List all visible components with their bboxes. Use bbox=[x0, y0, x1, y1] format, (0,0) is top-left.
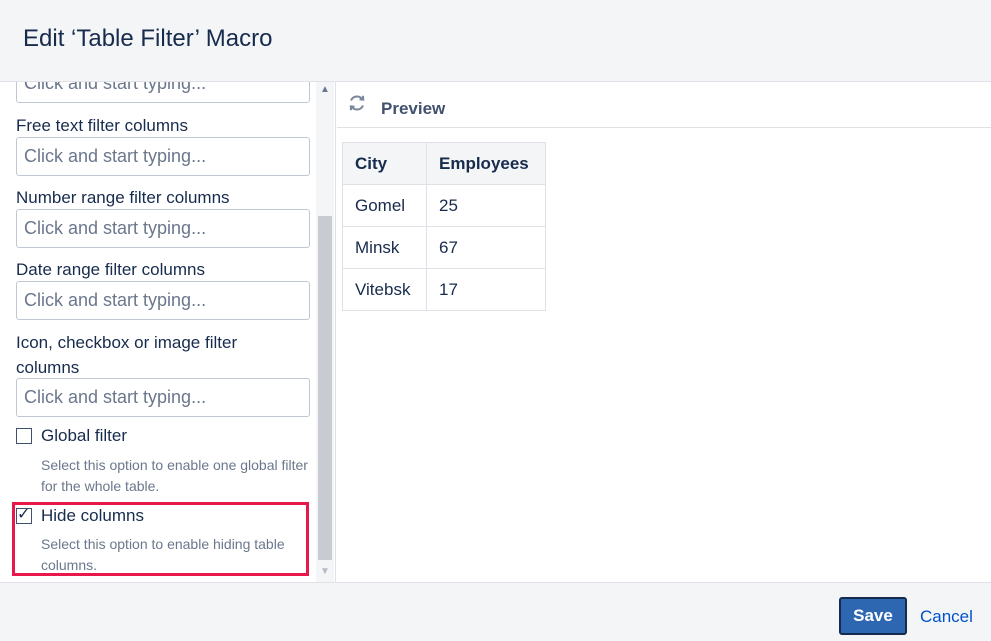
preview-table: City Employees Gomel 25 Minsk 67 Vitebsk… bbox=[342, 142, 546, 311]
table-cell: Gomel bbox=[342, 184, 427, 227]
dialog-footer: Save Cancel bbox=[0, 582, 991, 641]
table-row: Minsk 67 bbox=[342, 226, 546, 269]
macro-parameters-panel: Free text filter columns Number range fi… bbox=[0, 82, 336, 582]
checkmark-icon: ✓ bbox=[17, 506, 31, 523]
scrollbar-thumb[interactable] bbox=[318, 216, 332, 560]
date-range-filter-input[interactable] bbox=[16, 281, 310, 320]
free-text-filter-input[interactable] bbox=[16, 137, 310, 176]
table-cell: 25 bbox=[426, 184, 546, 227]
icon-filter-label: Icon, checkbox or image filter columns bbox=[16, 333, 238, 377]
hide-columns-description: Select this option to enable hiding tabl… bbox=[41, 536, 285, 573]
hide-columns-label: Hide columns bbox=[41, 506, 144, 525]
table-cell: Vitebsk bbox=[342, 268, 427, 311]
hide-columns-checkbox[interactable]: ✓ bbox=[16, 506, 32, 524]
cancel-link[interactable]: Cancel bbox=[920, 607, 973, 627]
preview-header: Preview bbox=[337, 82, 991, 128]
column-header-city: City bbox=[342, 142, 427, 185]
table-header-row: City Employees bbox=[342, 142, 546, 185]
icon-filter-input[interactable] bbox=[16, 378, 310, 417]
global-filter-checkbox[interactable] bbox=[16, 428, 32, 444]
free-text-filter-label: Free text filter columns bbox=[16, 116, 188, 135]
scroll-down-icon[interactable]: ▼ bbox=[320, 566, 330, 577]
scroll-up-icon[interactable]: ▲ bbox=[320, 84, 330, 95]
dialog-title: Edit ‘Table Filter’ Macro bbox=[23, 25, 273, 52]
table-cell: Minsk bbox=[342, 226, 427, 269]
preview-title: Preview bbox=[381, 99, 446, 118]
number-range-filter-label: Number range filter columns bbox=[16, 188, 230, 207]
save-button[interactable]: Save bbox=[839, 597, 907, 635]
global-filter-description: Select this option to enable one global … bbox=[41, 457, 308, 494]
global-filter-label: Global filter bbox=[41, 426, 127, 445]
preview-panel: Preview City Employees Gomel 25 Minsk 67… bbox=[337, 82, 991, 582]
table-cell: 17 bbox=[426, 268, 546, 311]
number-range-filter-input[interactable] bbox=[16, 209, 310, 248]
filter-columns-input[interactable] bbox=[16, 82, 310, 103]
column-header-employees: Employees bbox=[426, 142, 546, 185]
dialog-header: Edit ‘Table Filter’ Macro bbox=[0, 0, 991, 82]
date-range-filter-label: Date range filter columns bbox=[16, 260, 205, 279]
table-row: Gomel 25 bbox=[342, 184, 546, 227]
scrollbar[interactable]: ▲ ▼ bbox=[316, 82, 334, 582]
table-cell: 67 bbox=[426, 226, 546, 269]
refresh-icon[interactable] bbox=[347, 93, 367, 113]
table-row: Vitebsk 17 bbox=[342, 268, 546, 311]
